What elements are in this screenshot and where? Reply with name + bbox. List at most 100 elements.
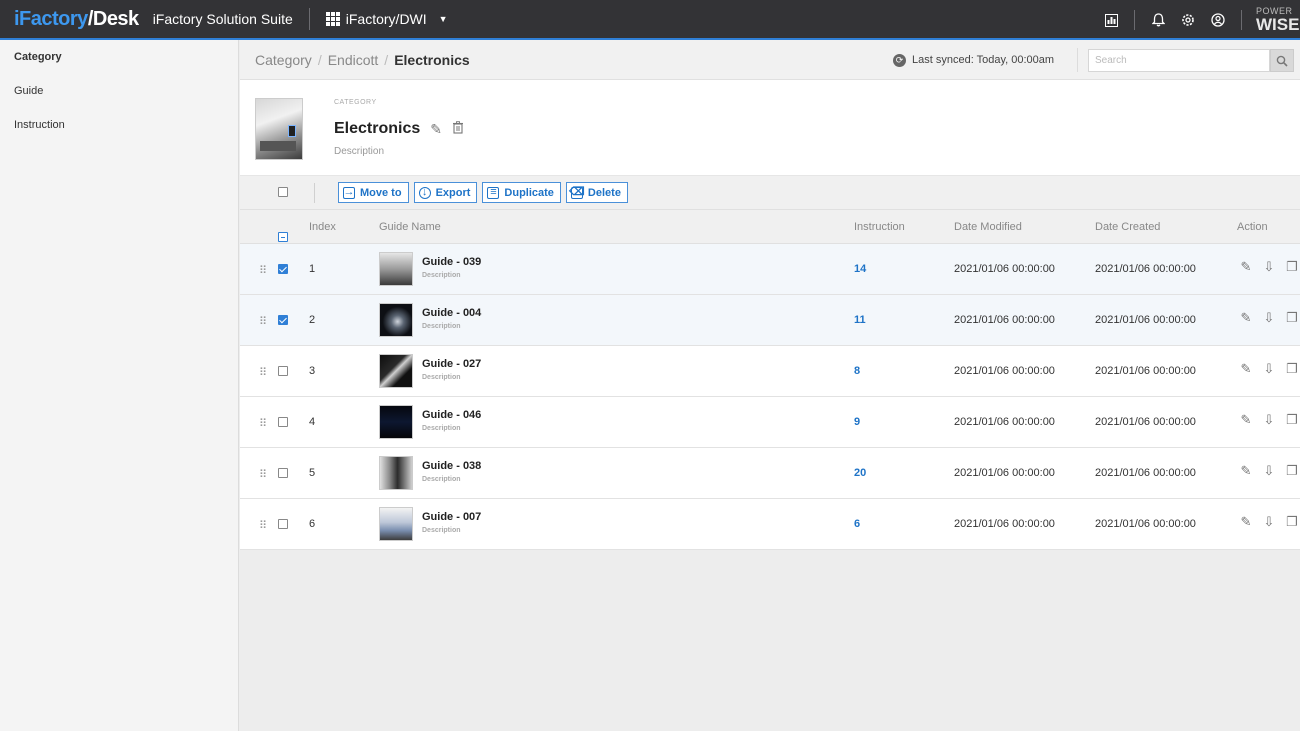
row-actions: ✎ ⇩ ❐ xyxy=(1237,514,1300,530)
header-checkbox[interactable] xyxy=(278,221,288,242)
table-row[interactable]: ⠿ 4 Guide - 046 Description 9 2021/01/06… xyxy=(240,397,1300,448)
sync-text: Last synced: Today, 00:00am xyxy=(912,54,1055,66)
trash-icon[interactable] xyxy=(452,121,464,137)
edit-icon[interactable]: ✎ xyxy=(1237,463,1255,479)
guide-name[interactable]: Guide - 027 xyxy=(422,358,481,370)
breadcrumb-separator: / xyxy=(384,51,389,68)
table-row[interactable]: ⠿ 3 Guide - 027 Description 8 2021/01/06… xyxy=(240,346,1300,397)
guide-name[interactable]: Guide - 004 xyxy=(422,307,481,319)
row-checkbox[interactable] xyxy=(278,468,288,478)
instruction-count[interactable]: 6 xyxy=(854,518,860,530)
duplicate-icon[interactable]: ❐ xyxy=(1283,412,1300,428)
breadcrumb-item-endicott[interactable]: Endicott xyxy=(328,52,379,68)
move-to-button[interactable]: → Move to xyxy=(338,182,409,203)
top-bar-actions: POWER WISE xyxy=(1096,0,1300,40)
search-button[interactable] xyxy=(1270,49,1294,72)
edit-icon[interactable]: ✎ xyxy=(430,121,442,138)
user-icon[interactable] xyxy=(1203,13,1233,27)
column-index[interactable]: Index xyxy=(309,221,336,233)
drag-handle-icon[interactable]: ⠿ xyxy=(259,366,267,379)
brand-logo: POWER WISE xyxy=(1256,7,1300,33)
row-checkbox[interactable] xyxy=(278,366,288,376)
search-input[interactable] xyxy=(1088,49,1270,72)
edit-icon[interactable]: ✎ xyxy=(1237,412,1255,428)
top-bar: iFactory/Desk iFactory Solution Suite iF… xyxy=(0,0,1300,40)
drag-handle-icon[interactable]: ⠿ xyxy=(259,519,267,532)
cloud-download-icon[interactable]: ⇩ xyxy=(1260,259,1278,275)
table-row[interactable]: ⠿ 1 Guide - 039 Description 14 2021/01/0… xyxy=(240,244,1300,295)
edit-icon[interactable]: ✎ xyxy=(1237,259,1255,275)
instruction-count[interactable]: 11 xyxy=(854,314,866,326)
row-checkbox[interactable] xyxy=(278,315,288,325)
cloud-download-icon[interactable]: ⇩ xyxy=(1260,361,1278,377)
breadcrumb-item-current: Electronics xyxy=(394,51,470,68)
delete-button[interactable]: ⌫ Delete xyxy=(565,182,628,203)
date-created: 2021/01/06 00:00:00 xyxy=(1095,314,1196,326)
guide-description: Description xyxy=(422,527,461,534)
guide-thumbnail xyxy=(379,456,413,490)
drag-handle-icon[interactable]: ⠿ xyxy=(259,315,267,328)
edit-icon[interactable]: ✎ xyxy=(1237,310,1255,326)
cloud-download-icon[interactable]: ⇩ xyxy=(1260,310,1278,326)
sidebar-item-category[interactable]: Category xyxy=(0,40,238,74)
cloud-download-icon[interactable]: ⇩ xyxy=(1260,514,1278,530)
duplicate-icon[interactable]: ❐ xyxy=(1283,361,1300,377)
row-index: 4 xyxy=(309,416,316,428)
row-checkbox[interactable] xyxy=(278,264,288,274)
breadcrumb-bar: Category / Endicott / Electronics ⟳ Last syn… xyxy=(240,40,1300,80)
duplicate-icon[interactable]: ❐ xyxy=(1283,463,1300,479)
category-description: Description xyxy=(334,146,385,157)
table-row[interactable]: ⠿ 2 Guide - 004 Description 11 2021/01/0… xyxy=(240,295,1300,346)
edit-icon[interactable]: ✎ xyxy=(1237,514,1255,530)
sidebar-item-instruction[interactable]: Instruction xyxy=(0,108,238,142)
export-button[interactable]: ↓ Export xyxy=(413,182,478,203)
drag-handle-icon[interactable]: ⠿ xyxy=(259,417,267,430)
report-icon[interactable] xyxy=(1096,13,1126,27)
breadcrumb-item-category[interactable]: Category xyxy=(255,52,312,68)
row-actions: ✎ ⇩ ❐ xyxy=(1237,463,1300,479)
duplicate-button[interactable]: ≡ Duplicate xyxy=(482,182,561,203)
cloud-download-icon: ↓ xyxy=(418,186,431,199)
duplicate-icon[interactable]: ❐ xyxy=(1283,259,1300,275)
app-switcher-label: iFactory/DWI xyxy=(345,11,427,27)
divider xyxy=(1134,10,1135,30)
instruction-count[interactable]: 8 xyxy=(854,365,860,377)
guide-name[interactable]: Guide - 046 xyxy=(422,409,481,421)
column-instruction[interactable]: Instruction xyxy=(854,221,905,233)
column-date-modified[interactable]: Date Modified xyxy=(954,221,1022,233)
bell-icon[interactable] xyxy=(1143,13,1173,27)
column-action: Action xyxy=(1237,221,1268,233)
column-guide-name[interactable]: Guide Name xyxy=(379,221,441,233)
grid-icon xyxy=(325,12,340,26)
row-checkbox[interactable] xyxy=(278,417,288,427)
duplicate-icon[interactable]: ❐ xyxy=(1283,310,1300,326)
guide-thumbnail xyxy=(379,252,413,286)
instruction-count[interactable]: 20 xyxy=(854,467,866,479)
date-created: 2021/01/06 00:00:00 xyxy=(1095,263,1196,275)
instruction-count[interactable]: 14 xyxy=(854,263,866,275)
table-row[interactable]: ⠿ 6 Guide - 007 Description 6 2021/01/06… xyxy=(240,499,1300,550)
app-logo[interactable]: iFactory/Desk xyxy=(0,8,139,31)
guide-name[interactable]: Guide - 039 xyxy=(422,256,481,268)
gear-icon[interactable] xyxy=(1173,13,1203,27)
instruction-count[interactable]: 9 xyxy=(854,416,860,428)
select-all-checkbox[interactable] xyxy=(278,187,288,197)
duplicate-icon[interactable]: ❐ xyxy=(1283,514,1300,530)
sidebar-item-guide[interactable]: Guide xyxy=(0,74,238,108)
table-row[interactable]: ⠿ 5 Guide - 038 Description 20 2021/01/0… xyxy=(240,448,1300,499)
guide-name[interactable]: Guide - 007 xyxy=(422,511,481,523)
edit-icon[interactable]: ✎ xyxy=(1237,361,1255,377)
row-checkbox[interactable] xyxy=(278,519,288,529)
cloud-download-icon[interactable]: ⇩ xyxy=(1260,463,1278,479)
guide-thumbnail xyxy=(379,405,413,439)
search-icon xyxy=(1276,55,1288,67)
drag-handle-icon[interactable]: ⠿ xyxy=(259,468,267,481)
toolbar-buttons: → Move to ↓ Export ≡ Duplicate ⌫ Delete xyxy=(338,182,628,203)
column-date-created[interactable]: Date Created xyxy=(1095,221,1160,233)
guide-name[interactable]: Guide - 038 xyxy=(422,460,481,472)
cloud-download-icon[interactable]: ⇩ xyxy=(1260,412,1278,428)
drag-handle-icon[interactable]: ⠿ xyxy=(259,264,267,277)
app-switcher[interactable]: iFactory/DWI ▼ xyxy=(325,11,448,27)
table-header: Index Guide Name Instruction Date Modifi… xyxy=(240,210,1300,244)
row-index: 6 xyxy=(309,518,316,530)
